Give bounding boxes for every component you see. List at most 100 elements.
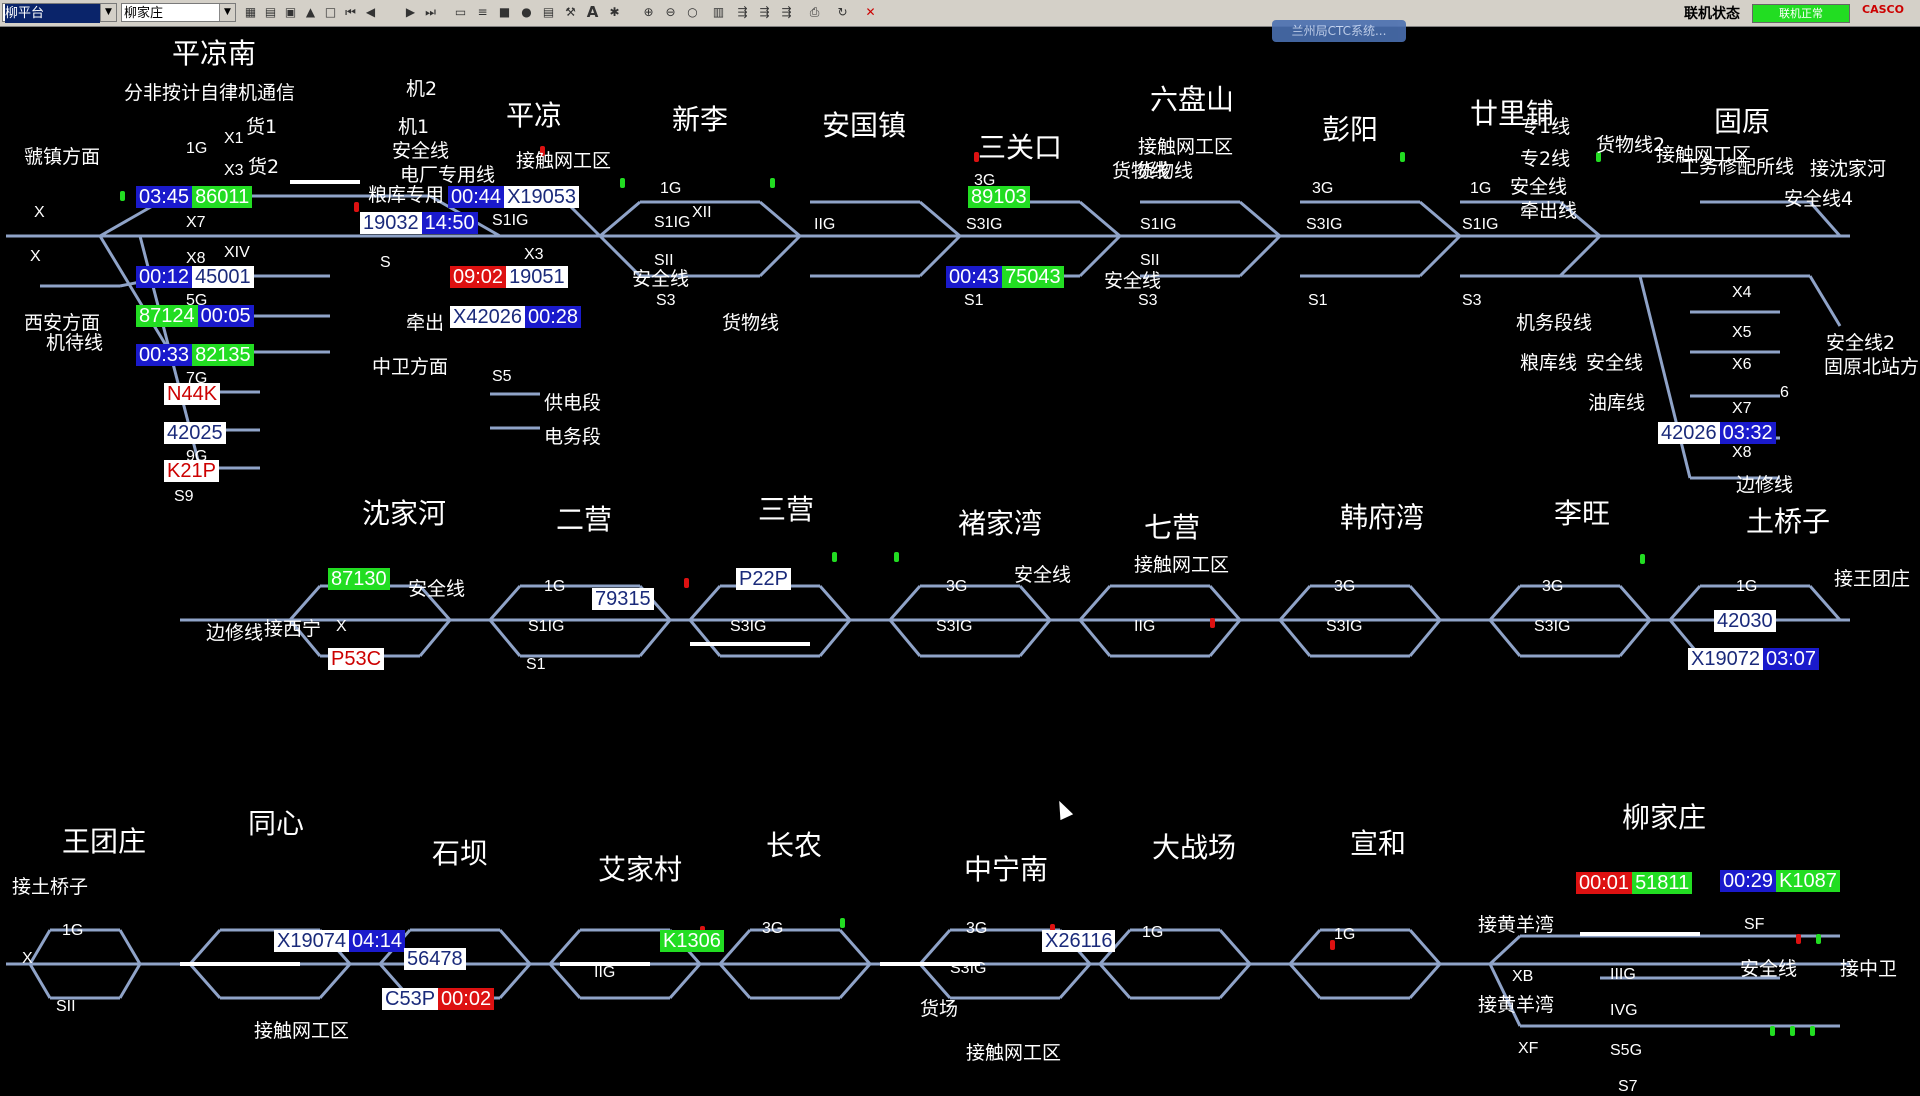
train-tag[interactable]: X26116 (1042, 930, 1116, 952)
circle-icon[interactable]: ● (518, 4, 535, 21)
station-name[interactable]: 沈家河 (362, 492, 446, 532)
zoom-out-icon[interactable]: ⊖ (662, 4, 679, 21)
route-icon[interactable]: ≡ (474, 4, 491, 21)
signal-lamp[interactable] (770, 178, 775, 188)
signal-lamp[interactable] (1796, 934, 1801, 944)
signal-lamp[interactable] (120, 191, 125, 201)
crossover-track (918, 929, 952, 965)
signal-lamp[interactable] (894, 552, 899, 562)
station-name[interactable]: 王团庄 (62, 820, 146, 860)
train-tag[interactable]: 09:02 19051 (450, 266, 568, 288)
station-name[interactable]: 新李 (672, 98, 728, 138)
track-label: S1 (964, 292, 984, 309)
station-name[interactable]: 同心 (248, 802, 304, 842)
station-name[interactable]: 宣和 (1350, 822, 1406, 862)
train-tag[interactable]: P53C (328, 648, 385, 670)
train-tag[interactable]: 79315 (592, 588, 654, 610)
signal-lamp[interactable] (1770, 1026, 1775, 1036)
station-name[interactable]: 土桥子 (1746, 500, 1830, 540)
station-name[interactable]: 三关口 (978, 126, 1062, 166)
last-icon[interactable]: ⏭ (422, 4, 439, 21)
signal-lamp[interactable] (620, 178, 625, 188)
station-name[interactable]: 彭阳 (1322, 108, 1378, 148)
chevron-down-icon[interactable]: ▼ (219, 4, 235, 21)
station-name[interactable]: 韩府湾 (1340, 496, 1424, 536)
train-tag[interactable]: X19074 04:14 (274, 930, 406, 952)
signal-lamp[interactable] (1640, 554, 1645, 564)
window-icon[interactable]: ▣ (282, 4, 299, 21)
station-name[interactable]: 长农 (766, 824, 822, 864)
train-tag[interactable]: C53P 00:02 (382, 988, 495, 1010)
station-name[interactable]: 柳家庄 (1622, 796, 1706, 836)
station-name[interactable]: 中宁南 (964, 848, 1048, 888)
train-tag[interactable]: 03:45 86011 (136, 186, 253, 208)
station-name[interactable]: 石坝 (432, 832, 488, 872)
station-name[interactable]: 固原 (1714, 100, 1770, 140)
zoom-icon[interactable]: ○ (684, 4, 701, 21)
train-tag[interactable]: 42030 (1714, 610, 1776, 632)
station-name[interactable]: 大战场 (1152, 826, 1236, 866)
stop-icon[interactable]: ■ (496, 4, 513, 21)
train-tag[interactable]: 00:01 51811 (1576, 872, 1693, 894)
close-icon[interactable]: ✕ (862, 4, 879, 21)
train-tag[interactable]: 42025 (164, 422, 226, 444)
train-tag[interactable]: 00:33 82135 (136, 344, 254, 366)
dispatch-desk-select[interactable]: 柳平台 ▼ (2, 3, 117, 23)
frame-icon[interactable]: □ (322, 4, 339, 21)
signal-lamp[interactable] (1790, 1026, 1795, 1036)
refresh-icon[interactable]: ↻ (834, 4, 851, 21)
station-name[interactable]: 褚家湾 (958, 502, 1042, 542)
lock-icon[interactable]: ▥ (710, 4, 727, 21)
bell-icon[interactable]: ▲ (302, 4, 319, 21)
printer-icon[interactable]: ⎙ (806, 4, 823, 21)
monitor-icon[interactable]: ▭ (452, 4, 469, 21)
train-icon[interactable]: ⇶ (734, 4, 751, 21)
track-label: S1IG (1140, 216, 1177, 233)
train-tag[interactable]: 00:43 75043 (946, 266, 1064, 288)
train-tag[interactable]: 42026 03:32 (1658, 422, 1776, 444)
signal-lamp[interactable] (832, 552, 837, 562)
station-name[interactable]: 二营 (556, 498, 612, 538)
train-tag[interactable]: 56478 (404, 948, 466, 970)
tools-icon[interactable]: ⚒ (562, 4, 579, 21)
train-tag[interactable]: 87130 (328, 568, 390, 590)
train-tag[interactable]: 00:12 45001 (136, 266, 254, 288)
station-name[interactable]: 七营 (1144, 506, 1200, 546)
station-select[interactable]: 柳家庄 ▼ (121, 3, 236, 22)
signal-lamp[interactable] (1816, 934, 1821, 944)
station-name[interactable]: 三营 (758, 488, 814, 528)
zoom-in-icon[interactable]: ⊕ (640, 4, 657, 21)
train-tag[interactable]: K1306 (660, 930, 724, 952)
prev-icon[interactable]: ◀ (362, 4, 379, 21)
train2-icon[interactable]: ⇶ (756, 4, 773, 21)
station-name[interactable]: 六盘山 (1150, 78, 1234, 118)
train3-icon[interactable]: ⇶ (778, 4, 795, 21)
signal-lamp[interactable] (1400, 152, 1405, 162)
direction-label: 接黄羊湾 (1478, 914, 1555, 936)
star-icon[interactable]: ✱ (606, 4, 623, 21)
train-tag[interactable]: 00:29 K1087 (1720, 870, 1840, 892)
layers-icon[interactable]: ▤ (262, 4, 279, 21)
station-name[interactable]: 李旺 (1554, 492, 1610, 532)
signal-lamp[interactable] (684, 578, 689, 588)
signal-lamp[interactable] (1210, 618, 1215, 628)
play-icon[interactable]: ▶ (402, 4, 419, 21)
signal-lamp[interactable] (1810, 1026, 1815, 1036)
station-name[interactable]: 安国镇 (822, 104, 906, 144)
train-tag[interactable]: 00:44 X19053 (448, 186, 580, 208)
text-icon[interactable]: A (584, 4, 601, 21)
train-tag[interactable]: X42026 00:28 (450, 306, 582, 328)
first-icon[interactable]: ⏮ (342, 4, 359, 21)
grid-icon[interactable]: ▦ (242, 4, 259, 21)
chevron-down-icon[interactable]: ▼ (100, 4, 116, 21)
table-icon[interactable]: ▤ (540, 4, 557, 21)
train-tag[interactable]: P22P (736, 568, 791, 590)
station-name[interactable]: 平凉南 (172, 32, 256, 72)
station-name[interactable]: 平凉 (506, 94, 562, 134)
train-tag[interactable]: 19032 14:50 (360, 212, 478, 234)
track-label: S (380, 254, 391, 271)
train-tag[interactable]: X19072 03:07 (1688, 648, 1820, 670)
signal-lamp[interactable] (840, 918, 845, 928)
station-name[interactable]: 艾家村 (598, 848, 682, 888)
signal-lamp[interactable] (354, 202, 359, 212)
